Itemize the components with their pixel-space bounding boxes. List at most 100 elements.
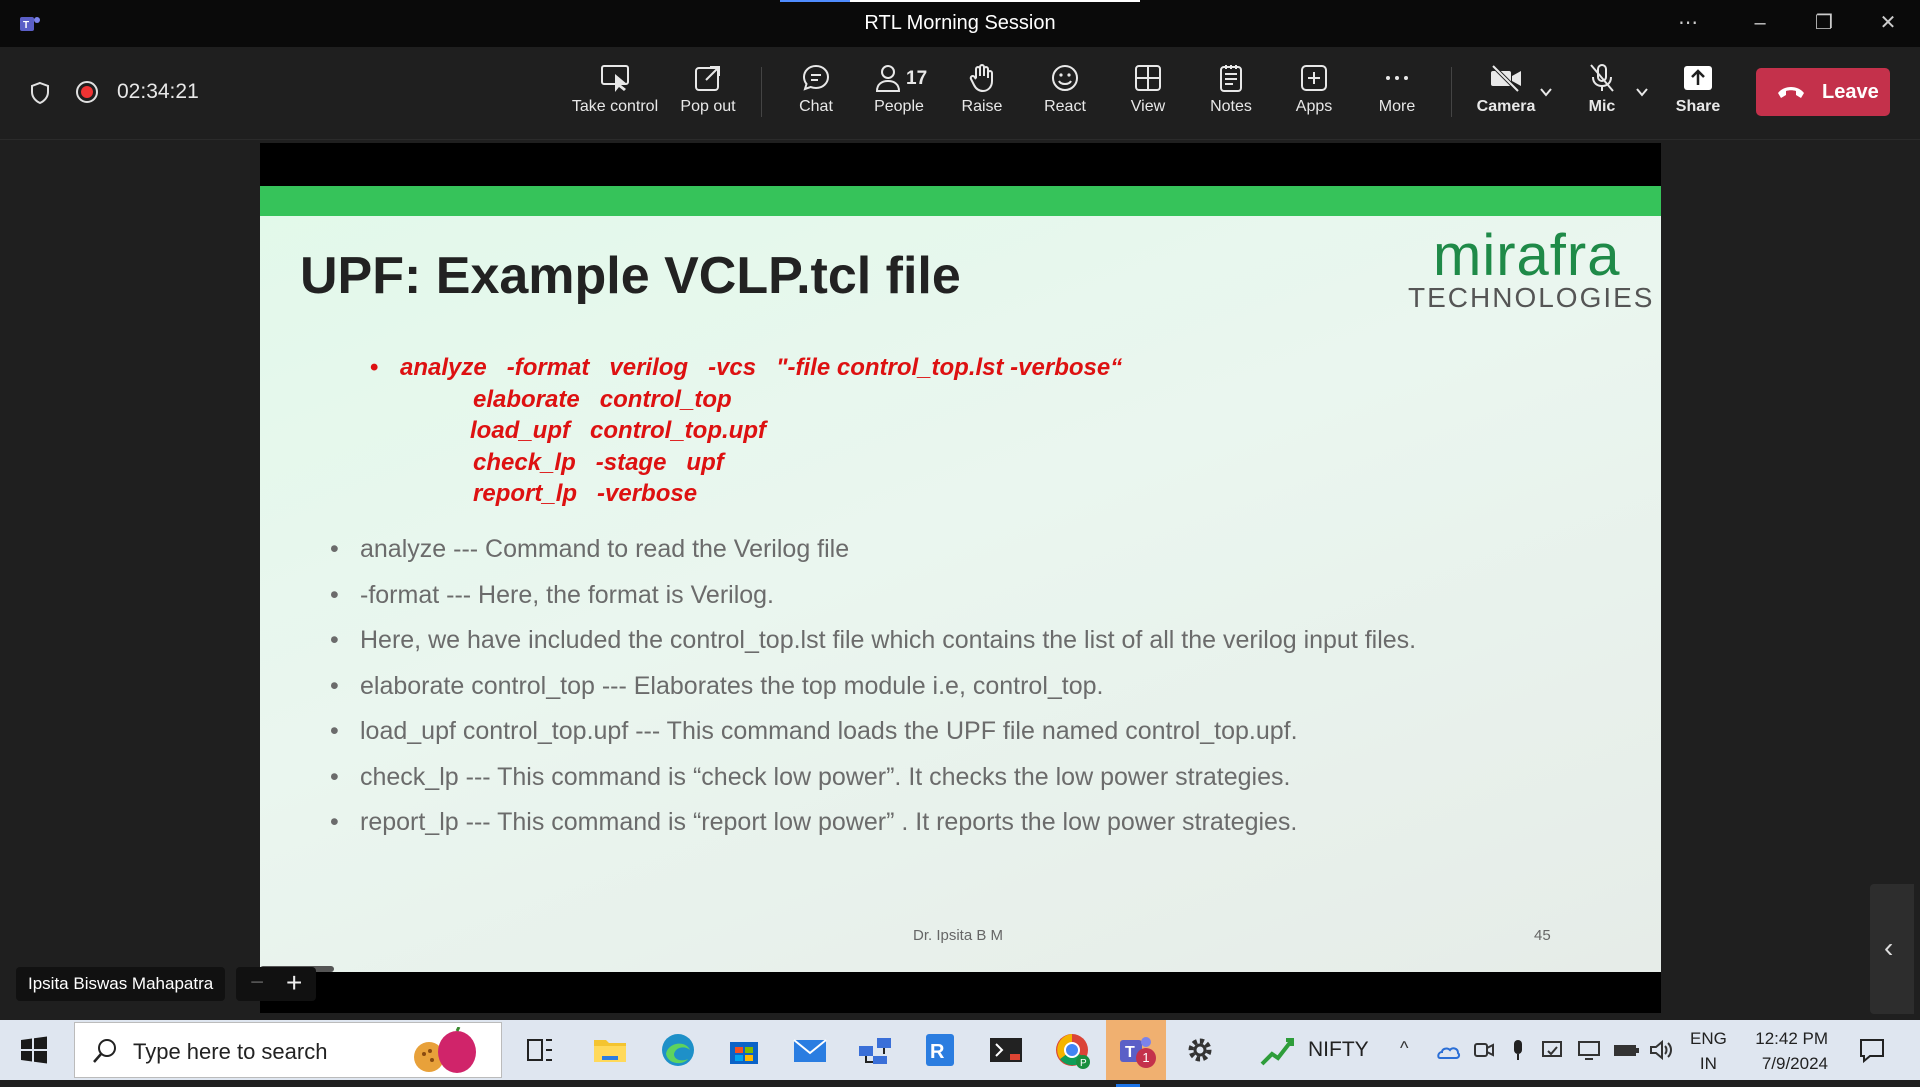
view-button[interactable]: View [1103, 60, 1193, 130]
people-label: People [874, 98, 924, 115]
bullet-dot: • [330, 535, 339, 563]
file-explorer-icon[interactable] [588, 1028, 632, 1072]
task-view-icon[interactable] [518, 1028, 562, 1072]
system-clock[interactable]: 12:42 PM 7/9/2024 [1748, 1026, 1828, 1076]
microphone-in-use-icon[interactable] [1506, 1038, 1530, 1062]
notification-center-icon[interactable] [1858, 1036, 1886, 1064]
more-options-icon[interactable]: ⋯ [1668, 8, 1708, 38]
recording-icon [76, 81, 98, 103]
chevron-up-icon[interactable]: ^ [1400, 1038, 1408, 1059]
presenter-name-tag: Ipsita Biswas Mahapatra [16, 967, 226, 1001]
chat-label: Chat [799, 98, 833, 115]
take-control-icon [601, 65, 629, 92]
zoom-out-button[interactable]: − [250, 969, 264, 997]
raise-label: Raise [961, 98, 1003, 115]
notes-button[interactable]: Notes [1186, 60, 1276, 130]
camera-chevron-down-icon[interactable] [1538, 84, 1554, 100]
close-button[interactable]: ✕ [1868, 8, 1908, 38]
people-icon [875, 65, 901, 92]
share-label: Share [1675, 98, 1721, 115]
mail-icon[interactable] [788, 1028, 832, 1072]
mirafra-logo-subtitle: TECHNOLOGIES [1408, 282, 1655, 313]
mic-label: Mic [1588, 98, 1616, 115]
zoom-in-button[interactable]: + [286, 967, 302, 999]
hang-up-icon [1778, 87, 1804, 98]
apps-button[interactable]: Apps [1269, 60, 1359, 130]
display-icon[interactable] [1576, 1038, 1602, 1062]
code-line: elaborate control_top [400, 384, 1122, 416]
chat-button[interactable]: Chat [771, 60, 861, 130]
react-emoji-icon [1052, 65, 1078, 91]
explanation-list: • analyze --- Command to read the Verilog… [330, 535, 1416, 854]
terminal-app-icon[interactable] [984, 1028, 1028, 1072]
toolbar-divider [1451, 67, 1452, 117]
list-item: • -format --- Here, the format is Verilog… [330, 581, 1416, 627]
more-button[interactable]: More [1352, 60, 1442, 130]
svg-text:P: P [1080, 1058, 1087, 1069]
zoom-controls: − + [236, 967, 316, 1001]
search-placeholder: Type here to search [133, 1039, 328, 1064]
slide-header-bar [260, 186, 1661, 216]
edge-browser-icon[interactable] [656, 1028, 700, 1072]
battery-icon[interactable] [1612, 1038, 1640, 1062]
clock-date: 7/9/2024 [1761, 1054, 1828, 1073]
code-block: • analyze -format verilog -vcs "-file con… [370, 352, 1123, 510]
code-line: report_lp -verbose [400, 478, 1122, 510]
people-button[interactable]: 17 People [854, 60, 944, 130]
view-grid-icon [1135, 65, 1161, 91]
input-language[interactable]: ENG IN [1690, 1026, 1727, 1076]
shield-icon[interactable] [28, 81, 52, 105]
share-button[interactable]: Share [1653, 60, 1743, 130]
code-line: • analyze -format verilog -vcs "-file con… [370, 352, 1123, 384]
volume-icon[interactable] [1648, 1038, 1674, 1062]
side-panel-toggle[interactable]: ‹ [1870, 884, 1914, 1014]
shared-slide: UPF: Example VCLP.tcl file mirafra TECHN… [260, 186, 1661, 972]
search-highlight-icon [414, 1027, 476, 1073]
toolbar-divider [761, 67, 762, 117]
list-item-text: analyze --- Command to read the Verilog … [360, 535, 850, 563]
teams-taskbar-button[interactable]: T 1 [1106, 1020, 1166, 1087]
taskbar-search-box[interactable]: Type here to search [74, 1022, 502, 1078]
microsoft-store-icon[interactable] [722, 1028, 766, 1072]
take-control-label: Take control [571, 98, 659, 115]
list-item-text: check_lp --- This command is “check low … [360, 762, 1291, 791]
mic-chevron-down-icon[interactable] [1634, 84, 1650, 100]
bullet-dot: • [370, 354, 379, 381]
onedrive-cloud-icon[interactable] [1434, 1038, 1462, 1062]
list-item: • report_lp --- This command is “report l… [330, 808, 1416, 854]
svg-text:R: R [930, 1041, 945, 1063]
teams-notification-badge: 1 [1136, 1048, 1156, 1068]
minimize-button[interactable]: – [1740, 8, 1780, 38]
leave-label: Leave [1822, 81, 1879, 103]
leave-button[interactable]: Leave [1756, 68, 1890, 116]
language-code: ENG [1690, 1029, 1727, 1048]
react-button[interactable]: React [1020, 60, 1110, 130]
windows-start-icon[interactable] [20, 1036, 48, 1064]
stock-chart-icon[interactable] [1256, 1028, 1300, 1072]
code-line: load_upf control_top.upf [400, 415, 1122, 447]
title-bar: T RTL Morning Session ⋯ – ❐ ✕ [0, 0, 1920, 47]
list-item: • elaborate control_top --- Elaborates th… [330, 671, 1416, 718]
notes-label: Notes [1210, 98, 1252, 115]
raise-hand-icon [969, 64, 993, 93]
network-app-icon[interactable] [853, 1028, 897, 1072]
restore-button[interactable]: ❐ [1804, 8, 1844, 38]
security-icon[interactable] [1540, 1038, 1564, 1062]
nifty-ticker-label[interactable]: NIFTY [1308, 1038, 1369, 1062]
bullet-dot: • [330, 671, 339, 700]
raise-hand-button[interactable]: Raise [937, 60, 1027, 130]
take-control-button[interactable]: Take control [570, 60, 660, 130]
slide-title: UPF: Example VCLP.tcl file [300, 247, 961, 305]
remote-connection-icon[interactable]: R [918, 1028, 962, 1072]
meet-now-icon[interactable] [1472, 1038, 1496, 1062]
chrome-profile-icon[interactable]: P [1050, 1028, 1094, 1072]
meeting-timer: 02:34:21 [117, 80, 199, 103]
code-line: check_lp -stage upf [400, 447, 1122, 479]
slide-page-number: 45 [1534, 927, 1551, 944]
mic-off-icon [1590, 64, 1614, 92]
pop-out-button[interactable]: Pop out [663, 60, 753, 130]
list-item-text: elaborate control_top --- Elaborates the… [360, 671, 1104, 700]
code-line-text: analyze -format verilog -vcs "-file cont… [400, 354, 1123, 381]
settings-gear-icon[interactable] [1178, 1028, 1222, 1072]
list-item-text: report_lp --- This command is “report lo… [360, 808, 1298, 836]
